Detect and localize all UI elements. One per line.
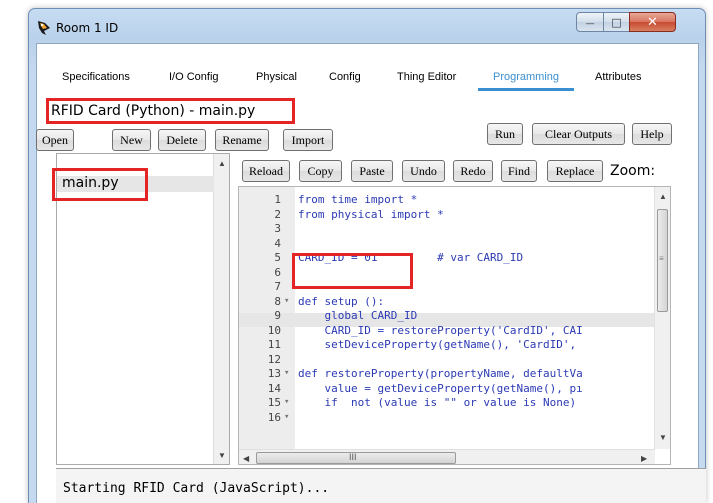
fold-toggle-icon[interactable]: ▾ (284, 396, 289, 409)
scroll-down-icon: ▼ (659, 433, 667, 442)
code-line: 6 (239, 266, 655, 279)
code-line: 4 (239, 237, 655, 250)
scroll-left-icon: ◀ (243, 454, 250, 463)
code-editor[interactable]: 1 from time import * 2 from physical import… (238, 186, 671, 465)
line-number: 5 (274, 251, 281, 264)
line-number: 7 (274, 280, 281, 293)
code-line: 9 global CARD_ID (239, 309, 655, 322)
code-line: 13 ▾ def restoreProperty(propertyName, def… (239, 367, 655, 380)
fold-toggle-icon[interactable]: ▾ (284, 411, 289, 424)
file-list-scrollbar[interactable]: ▲ ▼ (213, 154, 229, 464)
maximize-icon: □ (611, 15, 622, 29)
minimize-button[interactable]: — (576, 12, 604, 32)
code-text: if not (value is "" or value is None) (298, 396, 577, 409)
import-button[interactable]: Import (283, 129, 333, 151)
tab-programming[interactable]: Programming (493, 71, 559, 83)
code-text: CARD_ID = 01 # var CARD_ID (298, 251, 524, 264)
code-line: 11 setDeviceProperty(getName(), 'CardID'… (239, 338, 655, 351)
output-console[interactable]: Starting RFID Card (JavaScript)... (56, 468, 706, 503)
code-line: 16 ▾ (239, 411, 655, 424)
rename-button[interactable]: Rename (215, 129, 269, 151)
line-number: 8 (274, 294, 281, 308)
line-number: 9 (274, 309, 281, 322)
scroll-right-icon: ▶ (641, 454, 648, 463)
tab-config[interactable]: Config (329, 71, 361, 83)
code-text: CARD_ID = restoreProperty('CardID', CAI (298, 323, 583, 337)
line-number: 13 (267, 367, 281, 380)
file-list-panel[interactable]: ▲ ▼ (56, 153, 230, 465)
horizontal-scroll-thumb[interactable]: III (256, 452, 456, 464)
tab-active-underline (478, 88, 574, 91)
line-number: 16 (267, 410, 281, 424)
scroll-up-icon: ▲ (659, 192, 667, 201)
code-text: value = getDeviceProperty(getName(), pı (298, 381, 583, 395)
line-number: 6 (274, 265, 281, 279)
line-number: 2 (274, 207, 281, 221)
code-text: def restoreProperty(propertyName, defaul… (298, 367, 583, 380)
delete-button[interactable]: Delete (158, 129, 206, 151)
undo-button[interactable]: Undo (402, 160, 445, 182)
tab-thing-editor[interactable]: Thing Editor (397, 71, 456, 83)
line-number: 3 (274, 222, 281, 235)
code-line: 14 value = getDeviceProperty(getName(), … (239, 382, 655, 395)
line-number: 12 (267, 352, 281, 366)
code-line: 1 from time import * (239, 193, 655, 206)
output-text: Starting RFID Card (JavaScript)... (63, 481, 330, 496)
line-number: 11 (267, 338, 281, 351)
line-number: 4 (274, 236, 281, 250)
vertical-scroll-thumb[interactable]: ≡ (657, 209, 668, 312)
code-line: 5 CARD_ID = 01 # var CARD_ID (239, 251, 655, 264)
close-button[interactable]: ✕ (629, 12, 676, 32)
run-button[interactable]: Run (487, 123, 523, 145)
code-text: setDeviceProperty(getName(), 'CardID', (298, 338, 577, 351)
redo-button[interactable]: Redo (453, 160, 493, 182)
code-line: 12 (239, 353, 655, 366)
open-button[interactable]: Open (36, 129, 74, 151)
code-text: global CARD_ID (298, 309, 418, 322)
maximize-button[interactable]: □ (603, 12, 630, 32)
line-number: 15 (267, 396, 281, 409)
editor-vertical-scrollbar[interactable]: ▲ ≡ ▼ (654, 187, 670, 449)
code-line: 15 ▾ if not (value is "" or value is None… (239, 396, 655, 409)
replace-button[interactable]: Replace (547, 160, 603, 182)
title-bar[interactable]: Room 1 ID — □ ✕ (29, 9, 705, 43)
grip-icon: ≡ (659, 254, 664, 263)
copy-button[interactable]: Copy (299, 160, 342, 182)
tab-io-config[interactable]: I/O Config (169, 71, 219, 83)
scroll-down-icon: ▼ (218, 451, 226, 460)
grip-icon: III (349, 452, 357, 462)
line-number: 1 (274, 193, 281, 206)
paste-button[interactable]: Paste (351, 160, 393, 182)
code-text: def setup (): (298, 294, 385, 308)
fold-toggle-icon[interactable]: ▾ (284, 367, 289, 380)
editor-horizontal-scrollbar[interactable]: ◀ III ▶ (239, 449, 655, 464)
code-line: 10 CARD_ID = restoreProperty('CardID', C… (239, 324, 655, 337)
line-number: 14 (267, 381, 281, 395)
tab-specifications[interactable]: Specifications (62, 71, 130, 83)
zoom-label: Zoom: (610, 163, 656, 179)
code-text: from time import * (298, 193, 418, 206)
tab-attributes[interactable]: Attributes (595, 71, 641, 83)
scroll-up-icon: ▲ (218, 159, 226, 168)
fold-toggle-icon[interactable]: ▾ (284, 295, 289, 308)
app-icon (38, 21, 50, 35)
code-line: 7 (239, 280, 655, 293)
minimize-icon: — (585, 19, 595, 29)
help-button[interactable]: Help (632, 123, 672, 145)
close-icon: ✕ (647, 14, 658, 30)
code-line: 3 (239, 222, 655, 235)
code-text: from physical import * (298, 207, 444, 221)
new-button[interactable]: New (112, 129, 151, 151)
file-list-item[interactable]: main.py (62, 175, 119, 191)
code-line: 2 from physical import * (239, 208, 655, 221)
line-number: 10 (267, 323, 281, 337)
code-line: 8 ▾ def setup (): (239, 295, 655, 308)
reload-button[interactable]: Reload (242, 160, 290, 182)
file-header: RFID Card (Python) - main.py (51, 103, 256, 119)
clear-outputs-button[interactable]: Clear Outputs (532, 123, 625, 145)
find-button[interactable]: Find (501, 160, 537, 182)
tab-physical[interactable]: Physical (256, 71, 297, 83)
window-title: Room 1 ID (56, 21, 119, 35)
